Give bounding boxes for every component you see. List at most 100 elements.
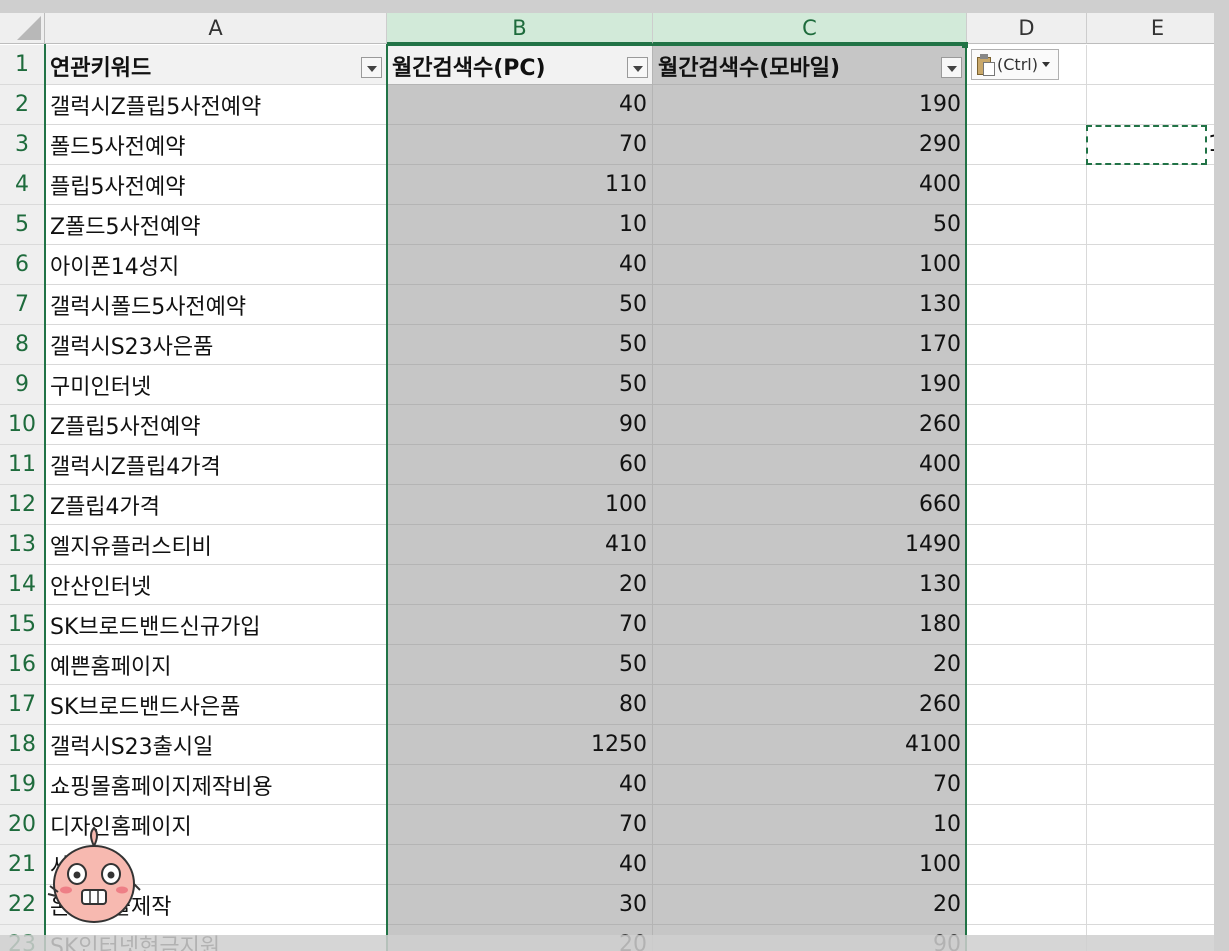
cell-d[interactable]	[967, 325, 1087, 365]
keyword-cell[interactable]: 갤럭시Z플립5사전예약	[45, 85, 387, 125]
row-header[interactable]: 12	[0, 485, 45, 525]
column-header-d[interactable]: D	[967, 13, 1087, 44]
select-all-button[interactable]	[0, 13, 45, 44]
row-header[interactable]: 15	[0, 605, 45, 645]
mobile-count-cell[interactable]: 290	[653, 125, 967, 165]
mobile-count-cell[interactable]: 190	[653, 85, 967, 125]
row-header[interactable]: 8	[0, 325, 45, 365]
keyword-cell[interactable]: Z플립5사전예약	[45, 405, 387, 445]
pc-count-cell[interactable]: 30	[387, 885, 653, 925]
cell-d[interactable]	[967, 165, 1087, 205]
cell-e[interactable]	[1087, 765, 1229, 805]
keyword-cell[interactable]: 갤럭시S23출시일	[45, 725, 387, 765]
mobile-count-cell[interactable]: 100	[653, 245, 967, 285]
cell-d[interactable]	[967, 365, 1087, 405]
pc-count-cell[interactable]: 50	[387, 645, 653, 685]
filter-dropdown-icon[interactable]	[361, 57, 382, 78]
mobile-count-cell[interactable]: 70	[653, 765, 967, 805]
keyword-cell[interactable]: 갤럭시S23사은품	[45, 325, 387, 365]
row-header[interactable]: 10	[0, 405, 45, 445]
row-header[interactable]: 14	[0, 565, 45, 605]
cell-d[interactable]	[967, 805, 1087, 845]
filter-dropdown-icon[interactable]	[627, 57, 648, 78]
row-header[interactable]: 9	[0, 365, 45, 405]
cell-e[interactable]	[1087, 85, 1229, 125]
pc-count-cell[interactable]: 60	[387, 445, 653, 485]
cell-d[interactable]	[967, 445, 1087, 485]
pc-count-cell[interactable]: 90	[387, 405, 653, 445]
cell-d[interactable]	[967, 245, 1087, 285]
cell-e[interactable]	[1087, 885, 1229, 925]
pc-count-cell[interactable]: 50	[387, 285, 653, 325]
cell-d[interactable]	[967, 845, 1087, 885]
cell-d[interactable]	[967, 605, 1087, 645]
pc-count-cell[interactable]: 70	[387, 125, 653, 165]
mobile-count-cell[interactable]: 660	[653, 485, 967, 525]
cell-e[interactable]	[1087, 485, 1229, 525]
keyword-cell[interactable]: 엘지유플러스티비	[45, 525, 387, 565]
cell-e[interactable]	[1087, 205, 1229, 245]
row-header[interactable]: 18	[0, 725, 45, 765]
mobile-count-cell[interactable]: 190	[653, 365, 967, 405]
mobile-count-cell[interactable]: 20	[653, 885, 967, 925]
mobile-count-cell[interactable]: 400	[653, 445, 967, 485]
pc-count-cell[interactable]: 40	[387, 245, 653, 285]
keyword-cell[interactable]: Z폴드5사전예약	[45, 205, 387, 245]
keyword-cell[interactable]: 안산인터넷	[45, 565, 387, 605]
pc-count-cell[interactable]: 50	[387, 325, 653, 365]
row-header[interactable]: 11	[0, 445, 45, 485]
mobile-count-cell[interactable]: 1490	[653, 525, 967, 565]
pc-count-cell[interactable]: 40	[387, 845, 653, 885]
row-header[interactable]: 19	[0, 765, 45, 805]
pc-count-cell[interactable]: 70	[387, 805, 653, 845]
mobile-count-cell[interactable]: 260	[653, 405, 967, 445]
pc-count-cell[interactable]: 410	[387, 525, 653, 565]
filter-dropdown-icon[interactable]	[941, 57, 962, 78]
paste-options-button[interactable]: (Ctrl)	[971, 49, 1059, 80]
row-header[interactable]: 4	[0, 165, 45, 205]
cell-e[interactable]	[1087, 405, 1229, 445]
row-header[interactable]: 13	[0, 525, 45, 565]
mobile-count-cell[interactable]: 4100	[653, 725, 967, 765]
cell-d[interactable]	[967, 205, 1087, 245]
column-header-e[interactable]: E	[1087, 13, 1229, 44]
cell-d[interactable]	[967, 405, 1087, 445]
mobile-count-cell[interactable]: 260	[653, 685, 967, 725]
keyword-cell[interactable]: 갤럭시폴드5사전예약	[45, 285, 387, 325]
column-header-c[interactable]: C	[653, 13, 967, 44]
pc-count-cell[interactable]: 10	[387, 205, 653, 245]
cell-e3[interactable]: 1	[1087, 125, 1229, 165]
cell-d[interactable]	[967, 125, 1087, 165]
mobile-count-cell[interactable]: 400	[653, 165, 967, 205]
row-header[interactable]: 5	[0, 205, 45, 245]
cell-e[interactable]	[1087, 365, 1229, 405]
cell-d[interactable]	[967, 685, 1087, 725]
header-cell-mobile[interactable]: 월간검색수(모바일)	[653, 45, 967, 85]
mobile-count-cell[interactable]: 130	[653, 565, 967, 605]
keyword-cell[interactable]: 폴드5사전예약	[45, 125, 387, 165]
pc-count-cell[interactable]: 20	[387, 565, 653, 605]
header-cell-keyword[interactable]: 연관키워드	[45, 45, 387, 85]
pc-count-cell[interactable]: 100	[387, 485, 653, 525]
mobile-count-cell[interactable]: 170	[653, 325, 967, 365]
cell-e[interactable]	[1087, 605, 1229, 645]
keyword-cell[interactable]: 플립5사전예약	[45, 165, 387, 205]
column-header-b[interactable]: B	[387, 13, 653, 44]
keyword-cell[interactable]: 예쁜홈페이지	[45, 645, 387, 685]
cell-d[interactable]	[967, 525, 1087, 565]
cell-e1[interactable]	[1087, 45, 1229, 85]
mobile-count-cell[interactable]: 130	[653, 285, 967, 325]
keyword-cell[interactable]: SK브로드밴드신규가입	[45, 605, 387, 645]
cell-d[interactable]	[967, 885, 1087, 925]
cell-e[interactable]	[1087, 325, 1229, 365]
row-header[interactable]: 16	[0, 645, 45, 685]
cell-d[interactable]	[967, 285, 1087, 325]
mobile-count-cell[interactable]: 50	[653, 205, 967, 245]
cell-e[interactable]	[1087, 845, 1229, 885]
cell-d[interactable]	[967, 485, 1087, 525]
row-header[interactable]: 3	[0, 125, 45, 165]
cell-e[interactable]	[1087, 445, 1229, 485]
cell-e[interactable]	[1087, 725, 1229, 765]
keyword-cell[interactable]: SK브로드밴드사은품	[45, 685, 387, 725]
row-header[interactable]: 17	[0, 685, 45, 725]
